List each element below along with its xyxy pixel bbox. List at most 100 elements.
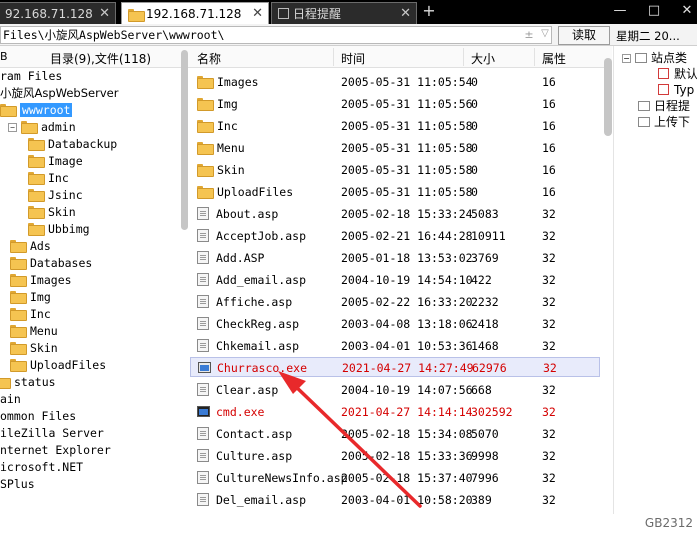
file-name: AcceptJob.asp (216, 229, 307, 243)
file-size: 302592 (471, 405, 513, 419)
collapse-icon[interactable]: − (8, 123, 17, 132)
tab-host-1[interactable]: 92.168.71.128 ✕ (0, 2, 116, 24)
close-icon[interactable]: ✕ (252, 6, 263, 21)
file-list: Images 2005-05-31 11:05:54 0 16 Img 2005-05-… (190, 70, 602, 516)
column-name[interactable]: 名称 (197, 50, 221, 67)
file-row[interactable]: Add.ASP 2005-01-18 13:53:02 3769 32 (190, 248, 600, 268)
tree-item[interactable]: nternet Explorer (0, 442, 111, 459)
minimize-icon[interactable]: — (610, 2, 630, 20)
tree-item[interactable]: Databackup (28, 136, 117, 153)
tree-item-default[interactable]: 默认 (658, 66, 697, 82)
column-attr[interactable]: 属性 (542, 50, 566, 67)
file-row[interactable]: Affiche.asp 2005-02-22 16:33:20 2232 32 (190, 292, 600, 312)
tab-schedule[interactable]: 日程提醒 ✕ (271, 2, 417, 24)
file-row[interactable]: UploadFiles 2005-05-31 11:05:58 0 16 (190, 182, 600, 202)
tree-item[interactable]: Menu (10, 323, 58, 340)
tree-item-label: ain (0, 392, 21, 406)
checkbox-icon[interactable] (658, 84, 669, 95)
file-size: 7996 (471, 471, 499, 485)
file-row[interactable]: Add_email.asp 2004-10-19 14:54:10 422 32 (190, 270, 600, 290)
close-icon[interactable]: ✕ (99, 6, 110, 21)
file-row[interactable]: Chkemail.asp 2003-04-01 10:53:36 1468 32 (190, 336, 600, 356)
tree-item-label: status (14, 375, 56, 389)
folder-icon (28, 172, 45, 185)
tree-item-label: Skin (48, 205, 76, 219)
column-size[interactable]: 大小 (471, 50, 495, 67)
tree-item[interactable]: ileZilla Server (0, 425, 104, 442)
file-icon (197, 317, 209, 330)
column-time[interactable]: 时间 (341, 50, 365, 67)
column-divider[interactable] (463, 48, 464, 66)
collapse-icon[interactable]: − (622, 54, 631, 63)
file-row[interactable]: Img 2005-05-31 11:05:56 0 16 (190, 94, 600, 114)
tab-host-2[interactable]: 192.168.71.128 ✕ (121, 2, 269, 24)
scrollbar-thumb[interactable] (181, 50, 188, 230)
tree-item[interactable]: Ads (10, 238, 51, 255)
file-row[interactable]: Clear.asp 2004-10-19 14:07:56 668 32 (190, 380, 600, 400)
path-input[interactable]: Files\小旋风AspWebServer\wwwroot\ (0, 26, 552, 44)
tree-item-schedule[interactable]: 日程提 (638, 98, 690, 114)
tree-item[interactable]: ommon Files (0, 408, 76, 425)
tree-item[interactable]: status (0, 374, 56, 391)
tree-item-label: Image (48, 154, 83, 168)
tree-item[interactable]: Databases (10, 255, 92, 272)
tree-item[interactable]: Skin (28, 204, 76, 221)
file-size: 389 (471, 493, 492, 507)
file-row[interactable]: cmd.exe 2021-04-27 14:14:14 302592 32 (190, 402, 600, 422)
tree-item-wwwroot[interactable]: wwwroot (0, 102, 73, 119)
tree-item[interactable]: Img (10, 289, 51, 306)
file-row[interactable]: Culture.asp 2005-02-18 15:33:36 9998 32 (190, 446, 600, 466)
column-divider[interactable] (534, 48, 535, 66)
tree-item-site-types[interactable]: − 站点类 (622, 50, 687, 66)
close-window-icon[interactable]: ✕ (677, 2, 697, 20)
clear-icon[interactable]: ± (522, 28, 536, 42)
tree-item[interactable]: Skin (10, 340, 58, 357)
file-icon (197, 471, 209, 484)
tree-item-transfer[interactable]: 上传下 (638, 114, 690, 130)
file-row[interactable]: Skin 2005-05-31 11:05:58 0 16 (190, 160, 600, 180)
tree-item-label: Inc (30, 307, 51, 321)
tree-item[interactable]: ram Files (0, 68, 62, 85)
file-size: 9998 (471, 449, 499, 463)
column-divider[interactable] (333, 48, 334, 66)
file-list-scrollbar[interactable] (603, 58, 613, 512)
tree-item[interactable]: Ubbimg (28, 221, 90, 238)
address-bar: Files\小旋风AspWebServer\wwwroot\ ± ▽ 读取 星期… (0, 24, 697, 46)
file-row[interactable]: AcceptJob.asp 2005-02-21 16:44:28 10911 32 (190, 226, 600, 246)
tree-item[interactable]: Inc (28, 170, 69, 187)
file-time: 2005-05-31 11:05:54 (341, 75, 473, 89)
tree-item[interactable]: UploadFiles (10, 357, 106, 374)
tree-item[interactable]: Image (28, 153, 83, 170)
tree-item[interactable]: SPlus (0, 476, 35, 493)
tree-item[interactable]: Jsinc (28, 187, 83, 204)
read-button[interactable]: 读取 (558, 26, 610, 45)
file-row[interactable]: Del_email.asp 2003-04-01 10:58:20 389 32 (190, 490, 600, 510)
checkbox-icon[interactable] (658, 68, 669, 79)
tree-item-type[interactable]: Typ (658, 82, 694, 98)
new-tab-button[interactable]: + (419, 2, 439, 22)
file-row[interactable]: Contact.asp 2005-02-18 15:34:08 5070 32 (190, 424, 600, 444)
folder-icon (28, 189, 45, 202)
chevron-down-icon[interactable]: ▽ (538, 28, 552, 42)
tree-item[interactable]: Images (10, 272, 72, 289)
tree-item[interactable]: 小旋风AspWebServer (0, 85, 118, 102)
tree-item[interactable]: icrosoft.NET (0, 459, 83, 476)
file-row[interactable]: CultureNewsInfo.asp 2005-02-18 15:37:40 79… (190, 468, 600, 488)
file-row[interactable]: CheckReg.asp 2003-04-08 13:18:06 2418 32 (190, 314, 600, 334)
close-icon[interactable]: ✕ (400, 6, 411, 21)
file-time: 2021-04-27 14:27:49 (342, 361, 474, 375)
file-row[interactable]: Images 2005-05-31 11:05:54 0 16 (190, 72, 600, 92)
file-row[interactable]: Menu 2005-05-31 11:05:58 0 16 (190, 138, 600, 158)
tree-item[interactable]: − admin (8, 119, 76, 136)
file-row[interactable]: Inc 2005-05-31 11:05:58 0 16 (190, 116, 600, 136)
tree-item[interactable]: Inc (10, 306, 51, 323)
file-row[interactable]: About.asp 2005-02-18 15:33:24 5083 32 (190, 204, 600, 224)
scrollbar-thumb[interactable] (604, 58, 612, 136)
tree-item[interactable]: ain (0, 391, 21, 408)
folder-icon (10, 342, 27, 355)
file-time: 2021-04-27 14:14:14 (341, 405, 473, 419)
maximize-icon[interactable]: □ (644, 2, 664, 20)
file-row-selected[interactable]: Churrasco.exe 2021-04-27 14:27:49 62976 32 (190, 357, 600, 377)
tree-scrollbar[interactable] (180, 50, 189, 230)
file-size: 0 (471, 75, 478, 89)
